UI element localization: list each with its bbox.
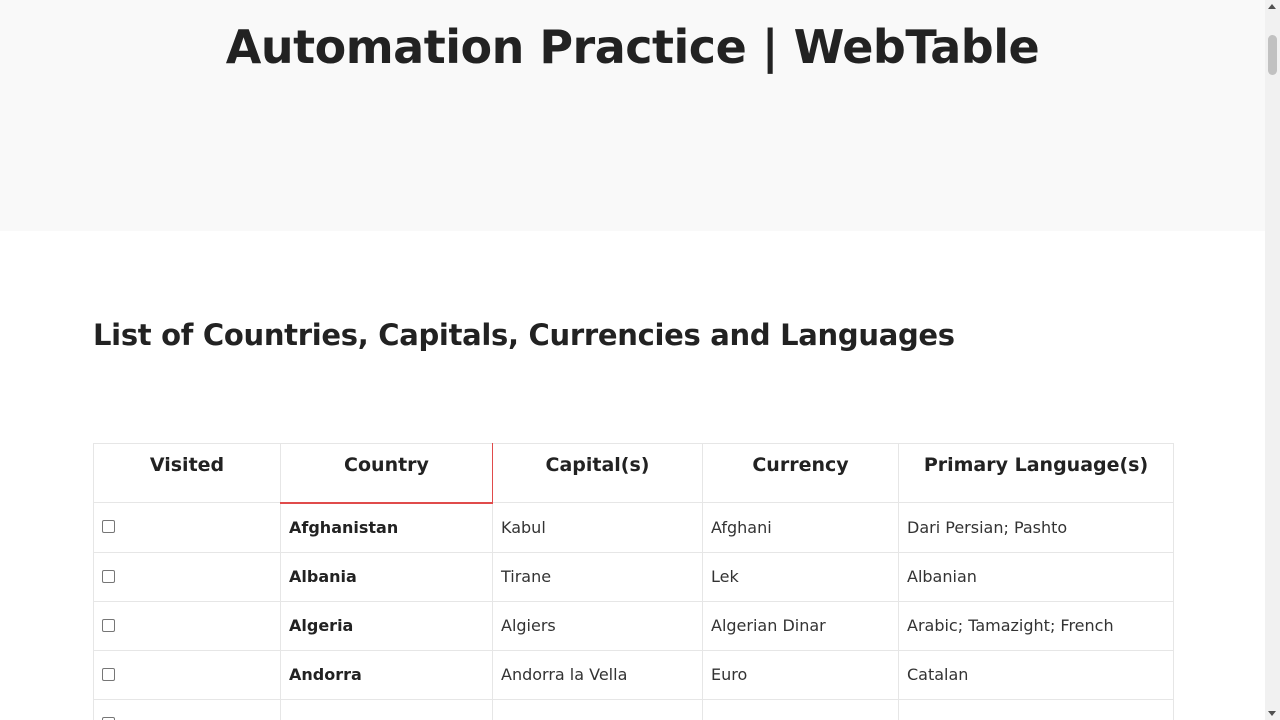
scroll-up-arrow-icon[interactable] <box>1268 4 1276 9</box>
country-cell: Afghanistan <box>280 502 493 553</box>
table-row-partial <box>93 698 1174 720</box>
currency-cell: Afghani <box>702 502 899 553</box>
vertical-scrollbar[interactable] <box>1265 0 1280 720</box>
capital-cell <box>492 698 703 720</box>
column-header-country[interactable]: Country <box>280 443 493 504</box>
page: Automation Practice | WebTable List of C… <box>0 0 1265 720</box>
visited-checkbox[interactable] <box>102 667 115 681</box>
country-cell: Algeria <box>280 600 493 651</box>
language-cell: Arabic; Tamazight; French <box>898 600 1174 651</box>
hero-banner: Automation Practice | WebTable <box>0 0 1265 231</box>
column-header-capital[interactable]: Capital(s) <box>492 443 703 503</box>
country-cell <box>280 698 493 720</box>
country-cell: Albania <box>280 551 493 602</box>
capital-cell: Tirane <box>492 551 703 602</box>
visited-cell <box>93 502 281 553</box>
column-header-currency[interactable]: Currency <box>702 443 899 503</box>
page-title: Automation Practice | WebTable <box>225 20 1040 74</box>
currency-cell: Lek <box>702 551 899 602</box>
column-header-visited[interactable]: Visited <box>93 443 281 503</box>
countries-table: Visited Country Capital(s) Currency Prim… <box>93 443 1174 720</box>
visited-checkbox[interactable] <box>102 618 115 632</box>
scroll-thumb[interactable] <box>1268 35 1277 75</box>
table-row: Andorra Andorra la Vella Euro Catalan <box>93 649 1174 700</box>
scroll-down-arrow-icon[interactable] <box>1268 711 1276 716</box>
currency-cell: Algerian Dinar <box>702 600 899 651</box>
table-row: Albania Tirane Lek Albanian <box>93 551 1174 602</box>
visited-cell <box>93 600 281 651</box>
language-cell: Albanian <box>898 551 1174 602</box>
language-cell <box>898 698 1174 720</box>
visited-cell <box>93 551 281 602</box>
currency-cell: Euro <box>702 649 899 700</box>
visited-checkbox[interactable] <box>102 716 115 720</box>
table-row: Algeria Algiers Algerian Dinar Arabic; T… <box>93 600 1174 651</box>
capital-cell: Algiers <box>492 600 703 651</box>
visited-cell <box>93 698 281 720</box>
visited-cell <box>93 649 281 700</box>
table-header-row: Visited Country Capital(s) Currency Prim… <box>93 443 1174 504</box>
visited-checkbox[interactable] <box>102 520 115 533</box>
language-cell: Catalan <box>898 649 1174 700</box>
capital-cell: Kabul <box>492 502 703 553</box>
visited-checkbox[interactable] <box>102 569 115 583</box>
table-row: Afghanistan Kabul Afghani Dari Persian; … <box>93 502 1174 553</box>
column-header-language[interactable]: Primary Language(s) <box>898 443 1174 503</box>
currency-cell <box>702 698 899 720</box>
country-cell: Andorra <box>280 649 493 700</box>
language-cell: Dari Persian; Pashto <box>898 502 1174 553</box>
section-title: List of Countries, Capitals, Currencies … <box>93 318 955 352</box>
capital-cell: Andorra la Vella <box>492 649 703 700</box>
